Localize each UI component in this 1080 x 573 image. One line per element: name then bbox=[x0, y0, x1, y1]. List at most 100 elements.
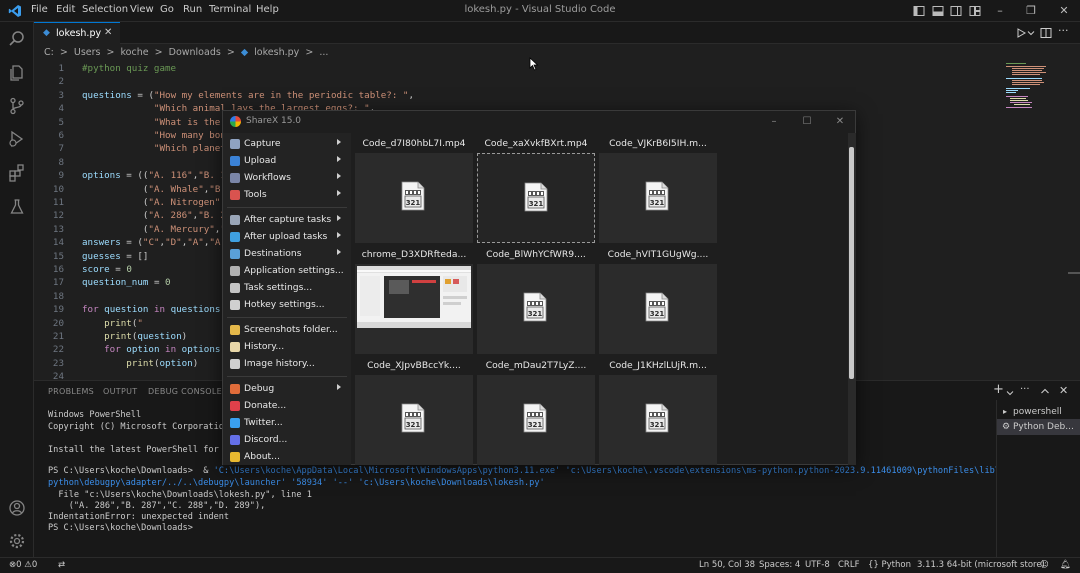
file-tile[interactable]: Code_BlWhYCfWR9.... 321 bbox=[477, 244, 595, 354]
breadcrumb-file[interactable]: lokesh.py bbox=[254, 47, 299, 58]
menu-help[interactable]: Help bbox=[256, 4, 279, 15]
split-editor-icon[interactable] bbox=[1040, 27, 1052, 39]
menu-file[interactable]: File bbox=[31, 4, 48, 15]
close-icon[interactable]: ✕ bbox=[104, 27, 112, 38]
sharex-menu-capture[interactable]: Capture bbox=[223, 136, 351, 152]
customize-layout-icon[interactable] bbox=[969, 5, 981, 17]
sharex-menu-after-capture-tasks[interactable]: After capture tasks bbox=[223, 212, 351, 228]
terminal-item-python-debug[interactable]: ⚙ Python Deb... bbox=[997, 419, 1080, 435]
sharex-menu-about[interactable]: About... bbox=[223, 449, 351, 465]
toggle-panel-icon[interactable] bbox=[932, 5, 944, 17]
sharex-menu-donate[interactable]: Donate... bbox=[223, 398, 351, 414]
search-icon[interactable] bbox=[7, 29, 27, 49]
sharex-menu-hotkey-settings[interactable]: Hotkey settings... bbox=[223, 297, 351, 313]
new-terminal-icon[interactable]: + bbox=[993, 382, 1004, 397]
breadcrumb-symbols[interactable]: ... bbox=[319, 47, 328, 58]
menu-go[interactable]: Go bbox=[160, 4, 174, 15]
menu-selection[interactable]: Selection bbox=[82, 4, 128, 15]
code-line[interactable]: answers = ("C","D","A","A" bbox=[82, 237, 226, 248]
code-line[interactable]: ("A. Nitrogen", bbox=[82, 197, 226, 208]
sharex-menu-history[interactable]: History... bbox=[223, 339, 351, 355]
sharex-menu-after-upload-tasks[interactable]: After upload tasks bbox=[223, 229, 351, 245]
file-thumbnail[interactable]: 321 bbox=[355, 375, 473, 465]
tab-output[interactable]: OUTPUT bbox=[103, 387, 137, 396]
tab-debug-console[interactable]: DEBUG CONSOLE bbox=[148, 387, 222, 396]
file-tile[interactable]: Code_d7I80hbL7I.mp4 321 bbox=[355, 133, 473, 243]
code-line[interactable]: ("A. Mercury"," bbox=[82, 224, 226, 235]
sharex-menu-discord[interactable]: Discord... bbox=[223, 432, 351, 448]
feedback-icon[interactable]: ☺ bbox=[1040, 560, 1049, 570]
sharex-menu-workflows[interactable]: Workflows bbox=[223, 170, 351, 186]
sharex-maximize-button[interactable]: ☐ bbox=[799, 114, 815, 130]
code-line[interactable]: guesses = [] bbox=[82, 251, 148, 262]
language-mode[interactable]: {} Python bbox=[868, 560, 911, 570]
encoding[interactable]: UTF-8 bbox=[805, 560, 830, 570]
vscode-logo-icon[interactable] bbox=[8, 4, 22, 18]
sharex-menu-debug[interactable]: Debug bbox=[223, 381, 351, 397]
file-tile[interactable]: Code_hVIT1GUgWg.... 321 bbox=[599, 244, 717, 354]
terminal-item-powershell[interactable]: ▸ powershell bbox=[1001, 404, 1080, 420]
menu-run[interactable]: Run bbox=[183, 4, 202, 15]
menu-view[interactable]: View bbox=[130, 4, 154, 15]
file-thumbnail[interactable]: 321 bbox=[599, 375, 717, 465]
sharex-menu-image-history[interactable]: Image history... bbox=[223, 356, 351, 372]
editor-scrollbar[interactable] bbox=[1068, 272, 1080, 274]
sharex-menu-task-settings[interactable]: Task settings... bbox=[223, 280, 351, 296]
sharex-minimize-button[interactable]: – bbox=[766, 114, 782, 130]
file-tile[interactable]: Code_VJKrB6I5IH.m... 321 bbox=[599, 133, 717, 243]
file-tile[interactable]: Code_J1KHzlLUjR.m... 321 bbox=[599, 355, 717, 465]
code-line[interactable]: for option in options[ bbox=[82, 344, 226, 355]
account-icon[interactable] bbox=[7, 498, 27, 518]
sharex-close-button[interactable]: ✕ bbox=[832, 114, 848, 130]
code-line[interactable]: #python quiz game bbox=[82, 63, 176, 74]
cursor-position[interactable]: Ln 50, Col 38 bbox=[699, 560, 755, 570]
sharex-title-bar[interactable]: ShareX 15.0 – ☐ ✕ bbox=[223, 111, 855, 133]
testing-icon[interactable] bbox=[7, 197, 27, 217]
file-thumbnail[interactable]: 321 bbox=[477, 153, 595, 243]
code-line[interactable]: questions = ("How my elements are in the… bbox=[82, 90, 414, 101]
file-thumbnail[interactable]: 321 bbox=[355, 153, 473, 243]
file-thumbnail[interactable]: 321 bbox=[477, 264, 595, 354]
sharex-menu-application-settings[interactable]: Application settings... bbox=[223, 263, 351, 279]
maximize-panel-icon[interactable] bbox=[1040, 386, 1050, 396]
code-line[interactable]: score = 0 bbox=[82, 264, 132, 275]
sharex-scrollbar-thumb[interactable] bbox=[849, 147, 854, 379]
problems-status[interactable]: ⊗0 ⚠0 bbox=[9, 560, 37, 570]
file-thumbnail[interactable]: 321 bbox=[599, 153, 717, 243]
run-debug-icon[interactable] bbox=[7, 129, 27, 149]
source-control-icon[interactable] bbox=[7, 96, 27, 116]
gear-icon[interactable] bbox=[7, 531, 27, 551]
tab-lokesh-py[interactable]: ◆ lokesh.py ✕ bbox=[34, 22, 120, 44]
sharex-menu-destinations[interactable]: Destinations bbox=[223, 246, 351, 262]
extensions-icon[interactable] bbox=[7, 163, 27, 183]
code-line[interactable]: ("A. 286","B. 2 bbox=[82, 210, 226, 221]
breadcrumb-users[interactable]: Users bbox=[74, 47, 101, 58]
close-panel-icon[interactable]: ✕ bbox=[1059, 384, 1068, 397]
indentation[interactable]: Spaces: 4 bbox=[759, 560, 800, 570]
run-python-file-icon[interactable] bbox=[1015, 27, 1027, 39]
code-line[interactable]: print(question) bbox=[82, 331, 187, 342]
code-line[interactable]: "How many bon bbox=[82, 130, 226, 141]
python-interpreter[interactable]: 3.11.3 64-bit (microsoft store) bbox=[917, 560, 1045, 570]
code-line[interactable]: ("A. Whale","B. bbox=[82, 184, 226, 195]
toggle-secondary-sidebar-icon[interactable] bbox=[950, 5, 962, 17]
code-line[interactable]: options = (("A. 116","B. 1 bbox=[82, 170, 226, 181]
explorer-icon[interactable] bbox=[7, 63, 27, 83]
remote-icon[interactable]: ⇄ bbox=[58, 560, 65, 570]
file-tile[interactable]: chrome_D3XDRfteda... bbox=[355, 244, 473, 354]
close-window-button[interactable]: ✕ bbox=[1055, 3, 1073, 19]
minimap[interactable] bbox=[1004, 62, 1056, 110]
breadcrumb-koche[interactable]: koche bbox=[121, 47, 149, 58]
menu-terminal[interactable]: Terminal bbox=[209, 4, 251, 15]
menu-edit[interactable]: Edit bbox=[56, 4, 75, 15]
more-actions-icon[interactable]: ··· bbox=[1058, 24, 1069, 37]
file-thumbnail[interactable]: 321 bbox=[599, 264, 717, 354]
minimize-button[interactable]: – bbox=[991, 3, 1009, 19]
file-tile[interactable]: Code_mDau2T7LyZ.... 321 bbox=[477, 355, 595, 465]
sharex-menu-twitter[interactable]: Twitter... bbox=[223, 415, 351, 431]
chevron-down-icon[interactable] bbox=[1006, 389, 1014, 397]
sharex-menu-upload[interactable]: Upload bbox=[223, 153, 351, 169]
code-line[interactable]: "What is the bbox=[82, 117, 220, 128]
sharex-menu-tools[interactable]: Tools bbox=[223, 187, 351, 203]
file-tile[interactable]: Code_xaXvkfBXrt.mp4 321 bbox=[477, 133, 595, 243]
